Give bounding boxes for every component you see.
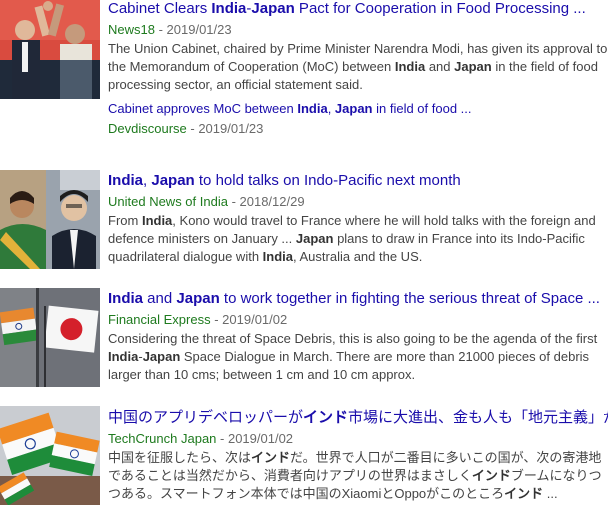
highlighted-keyword: Japan xyxy=(151,172,195,189)
result-meta: TechCrunch Japan - 2019/01/02 xyxy=(108,430,608,447)
result-snippet: From India, Kono would travel to France … xyxy=(108,213,596,264)
meta-separator: - xyxy=(227,194,240,209)
highlighted-keyword: インド xyxy=(471,468,511,483)
result-snippet: Considering the threat of Space Debris, … xyxy=(108,331,598,382)
related-publish-date: 2019/01/23 xyxy=(198,121,264,136)
thumbnail-india-flags-crowd[interactable] xyxy=(0,406,100,505)
highlighted-keyword: India xyxy=(262,249,293,264)
result-snippet: The Union Cabinet, chaired by Prime Mini… xyxy=(108,41,608,92)
related-source-name: Devdiscourse xyxy=(108,121,187,136)
highlighted-keyword: Japan xyxy=(176,290,220,307)
result-title[interactable]: India and Japan to work together in figh… xyxy=(108,290,608,308)
highlighted-keyword: Japan xyxy=(251,0,295,17)
source-name: Financial Express xyxy=(108,312,211,327)
thumbnail-flags[interactable] xyxy=(0,288,100,387)
meta-separator: - xyxy=(154,22,167,37)
result-meta: Financial Express - 2019/01/02 xyxy=(108,311,608,328)
highlighted-keyword: India xyxy=(108,290,144,307)
highlighted-keyword: India xyxy=(394,59,426,74)
related-meta: Devdiscourse - 2019/01/23 xyxy=(108,120,608,137)
publish-date: 2019/01/23 xyxy=(166,22,232,37)
meta-separator: - xyxy=(216,431,228,446)
highlighted-keyword: Japan xyxy=(142,349,181,364)
highlighted-keyword: India xyxy=(108,349,139,364)
publish-date: 2018/12/29 xyxy=(239,194,305,209)
result-title[interactable]: India, Japan to hold talks on Indo-Pacif… xyxy=(108,172,608,190)
highlighted-keyword: インド xyxy=(251,450,291,465)
result-snippet: 中国を征服したら、次はインドだ。世界で人口が二番目に多いこの国が、次の寄港地であ… xyxy=(108,450,602,501)
source-name: United News of India xyxy=(108,194,228,209)
highlighted-keyword: India xyxy=(108,172,144,189)
publish-date: 2019/01/02 xyxy=(222,312,288,327)
highlighted-keyword: Japan xyxy=(295,231,334,246)
result-title[interactable]: Cabinet Clears India-Japan Pact for Coop… xyxy=(108,0,608,18)
meta-separator: - xyxy=(186,121,199,136)
highlighted-keyword: India xyxy=(211,0,247,17)
thumbnail-ministers[interactable] xyxy=(0,170,100,269)
result-meta: United News of India - 2018/12/29 xyxy=(108,193,608,210)
publish-date: 2019/01/02 xyxy=(227,431,294,446)
highlighted-keyword: India xyxy=(297,101,328,116)
highlighted-keyword: インド xyxy=(303,409,349,426)
highlighted-keyword: インド xyxy=(504,486,544,501)
highlighted-keyword: India xyxy=(141,213,173,228)
result-meta: News18 - 2019/01/23 xyxy=(108,21,608,38)
highlighted-keyword: Japan xyxy=(454,59,492,74)
source-name: TechCrunch Japan xyxy=(108,431,217,446)
result-title[interactable]: 中国のアプリデベロッパーがインド市場に大進出、金も人も「地元主義」が ... xyxy=(108,409,608,427)
highlighted-keyword: Japan xyxy=(334,101,373,116)
meta-separator: - xyxy=(210,312,223,327)
thumbnail-leaders-handshake[interactable] xyxy=(0,0,100,99)
source-name: News18 xyxy=(108,22,155,37)
related-article-link[interactable]: Cabinet approves MoC between India, Japa… xyxy=(108,100,608,117)
